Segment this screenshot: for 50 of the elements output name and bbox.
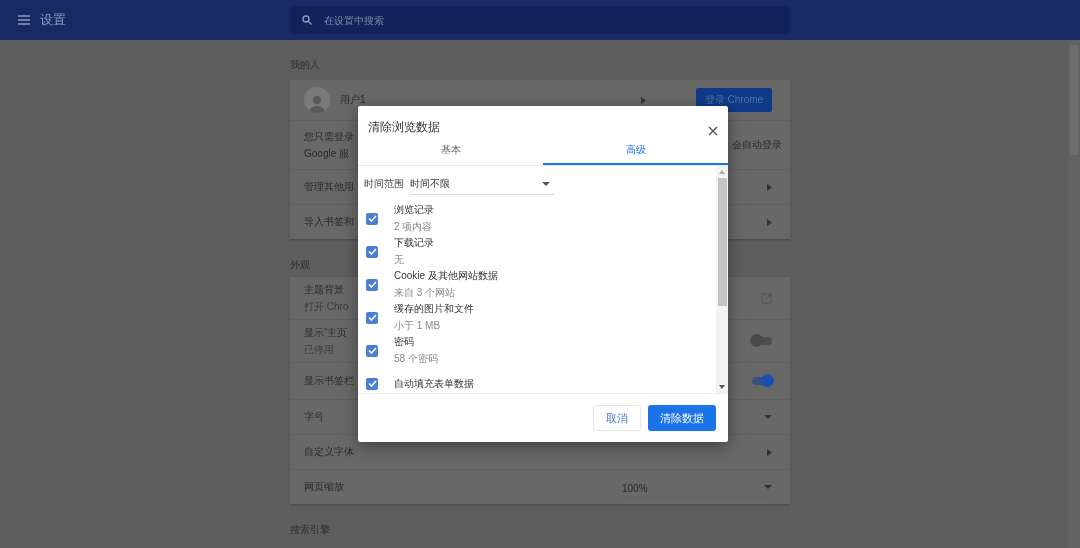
item-description: 来自 3 个网站 — [394, 286, 456, 300]
page-title: 设置 — [40, 11, 66, 29]
tab[interactable]: 基本 — [358, 136, 543, 165]
item-label: Cookie 及其他网站数据 — [394, 269, 498, 283]
dropdown-icon — [542, 181, 550, 186]
dropdown-icon — [764, 484, 772, 489]
item-label: 下载记录 — [394, 236, 434, 250]
description-text: Google 服 — [304, 146, 350, 161]
toggle-switch[interactable] — [752, 377, 772, 385]
toggle-switch[interactable] — [752, 337, 772, 345]
check-icon — [367, 248, 377, 255]
check-icon — [367, 281, 377, 288]
checkbox[interactable] — [366, 344, 378, 357]
field-label: 时间范围 — [364, 177, 404, 191]
chevron-icon — [767, 218, 772, 226]
check-icon — [367, 347, 377, 354]
scroll-up-icon[interactable] — [719, 169, 725, 175]
item-description: 58 个密码 — [394, 352, 438, 366]
scrollbar-thumb[interactable] — [717, 178, 727, 306]
checkbox[interactable] — [366, 245, 378, 258]
dialog-title: 清除浏览数据 — [368, 119, 440, 136]
chevron-icon — [641, 96, 646, 104]
item-label: 缓存的图片和文件 — [394, 302, 474, 316]
time-range-select[interactable]: 时间不限 — [410, 173, 554, 195]
item-description: 无 — [394, 253, 404, 267]
search-bar[interactable]: 在设置中搜索 — [290, 6, 790, 34]
search-icon — [302, 15, 312, 25]
scroll-down-icon[interactable] — [719, 384, 725, 390]
item-description: 小于 1 MB — [394, 319, 441, 333]
search-field[interactable]: 在设置中搜索 — [322, 13, 790, 27]
tab[interactable]: 高级 — [543, 136, 728, 165]
checkbox[interactable] — [366, 278, 378, 291]
check-icon — [367, 314, 377, 321]
cancel-button[interactable]: 取消 — [593, 405, 641, 431]
item-label: 自动填充表单数据 — [394, 376, 474, 391]
item-label: 密码 — [394, 335, 414, 349]
clear-data-button[interactable]: 清除数据 — [648, 405, 716, 431]
item-label: 浏览记录 — [394, 203, 434, 217]
checkbox[interactable] — [366, 212, 378, 225]
check-icon — [367, 380, 377, 387]
check-icon — [367, 215, 377, 222]
menu-icon[interactable] — [18, 15, 30, 25]
close-button[interactable] — [708, 126, 718, 136]
checkbox[interactable] — [366, 377, 378, 390]
chevron-icon — [767, 448, 772, 456]
dropdown-icon — [764, 415, 772, 419]
checkbox[interactable] — [366, 311, 378, 324]
item-description: 2 项内容 — [394, 220, 433, 234]
avatar — [304, 87, 330, 113]
chevron-icon — [767, 183, 772, 191]
